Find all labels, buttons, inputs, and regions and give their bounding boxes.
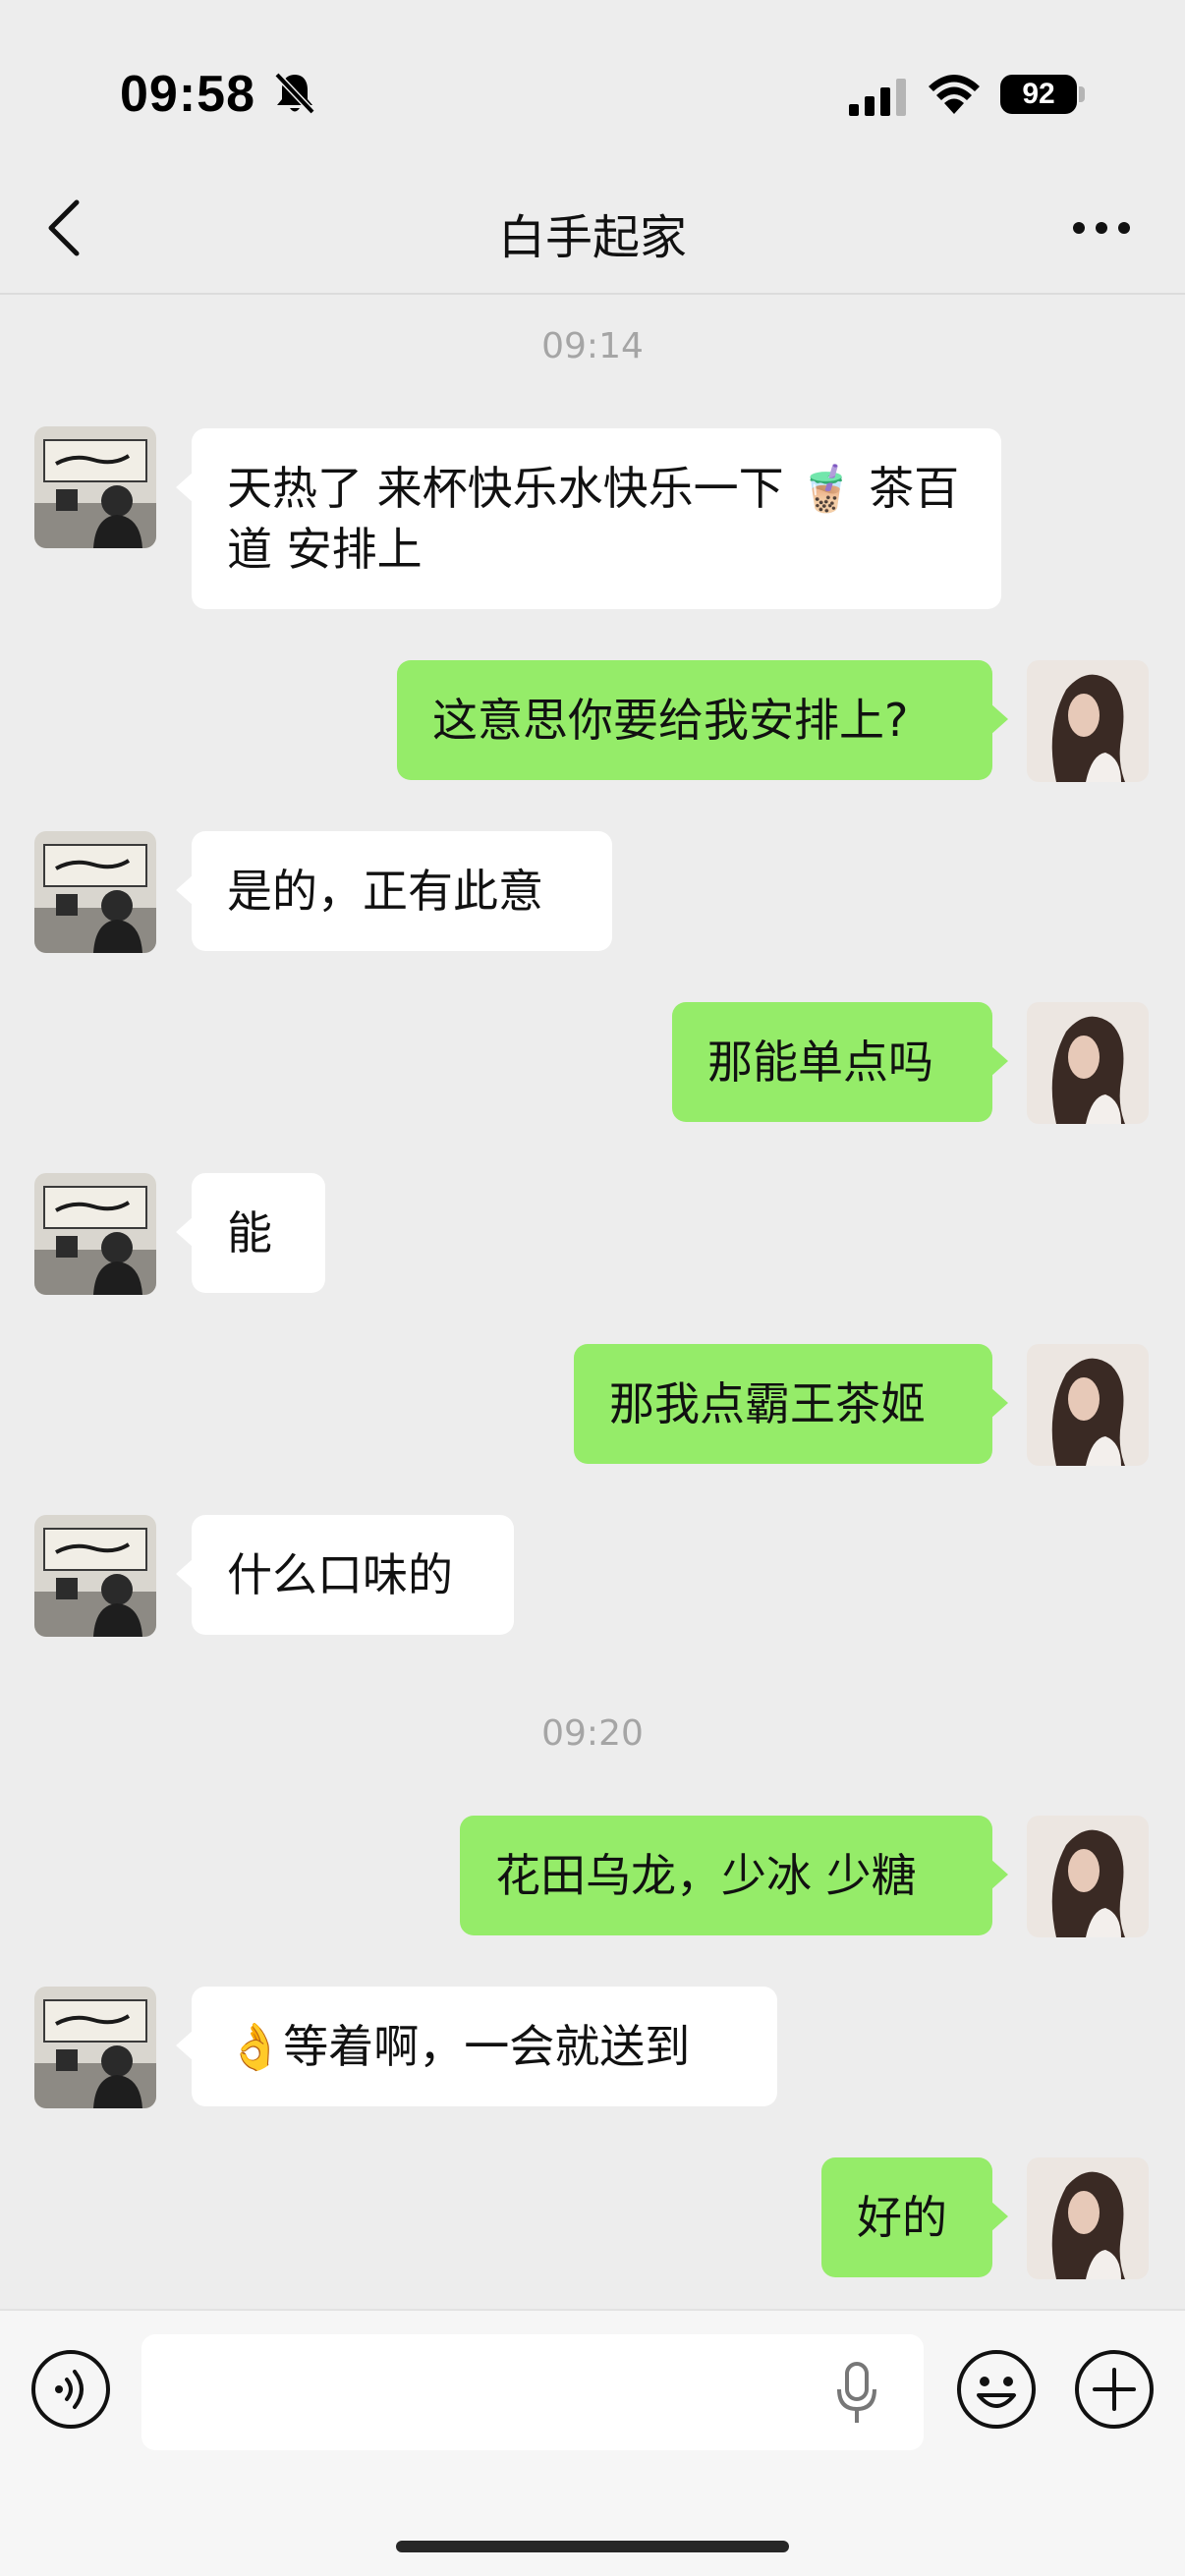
nav-divider	[0, 293, 1185, 295]
message-bubble-received[interactable]: 什么口味的	[176, 1515, 514, 1635]
chat-title: 白手起家	[497, 210, 687, 265]
contact-avatar[interactable]	[34, 1515, 156, 1637]
message-input[interactable]	[141, 2334, 924, 2450]
message-bubble-sent[interactable]: 花田乌龙，少冰 少糖	[460, 1816, 1008, 1935]
user-avatar[interactable]	[1027, 2157, 1149, 2279]
chevron-left-icon[interactable]	[43, 196, 86, 259]
message-bubble-received[interactable]: 👌等着啊，一会就送到	[176, 1987, 777, 2106]
voice-icon[interactable]	[29, 2348, 112, 2431]
silent-bell-icon	[274, 72, 315, 115]
contact-avatar[interactable]	[34, 1987, 156, 2108]
status-bar: 09:58 92	[0, 0, 1185, 187]
user-avatar[interactable]	[1027, 1344, 1149, 1466]
timestamp: 09:14	[541, 326, 644, 366]
contact-avatar[interactable]	[34, 426, 156, 548]
timestamp: 09:20	[541, 1713, 644, 1754]
message-bubble-sent[interactable]: 这意思你要给我安排上?	[397, 660, 1008, 780]
mic-icon[interactable]	[835, 2362, 878, 2425]
user-avatar[interactable]	[1027, 1002, 1149, 1124]
battery-indicator: 92	[1000, 75, 1077, 114]
more-dots-icon[interactable]	[1071, 218, 1132, 238]
message-bubble-sent[interactable]: 那我点霸王茶姬	[574, 1344, 1008, 1464]
message-bubble-sent[interactable]: 那能单点吗	[672, 1002, 1008, 1122]
message-bubble-received[interactable]: 是的，正有此意	[176, 831, 612, 951]
home-indicator	[396, 2541, 789, 2552]
emoji-icon[interactable]	[955, 2348, 1038, 2431]
user-avatar[interactable]	[1027, 1816, 1149, 1937]
battery-level: 92	[1022, 78, 1055, 110]
message-bubble-received[interactable]: 天热了 来杯快乐水快乐一下 🧋 茶百道 安排上	[176, 428, 1001, 609]
contact-avatar[interactable]	[34, 831, 156, 953]
cellular-signal-icon	[849, 79, 906, 116]
contact-avatar[interactable]	[34, 1173, 156, 1295]
message-bubble-received[interactable]: 能	[176, 1173, 325, 1293]
plus-icon[interactable]	[1073, 2348, 1156, 2431]
status-time: 09:58	[120, 66, 255, 123]
message-bubble-sent[interactable]: 好的	[821, 2157, 1008, 2277]
user-avatar[interactable]	[1027, 660, 1149, 782]
wifi-icon	[929, 75, 980, 114]
battery-tip	[1079, 86, 1085, 102]
